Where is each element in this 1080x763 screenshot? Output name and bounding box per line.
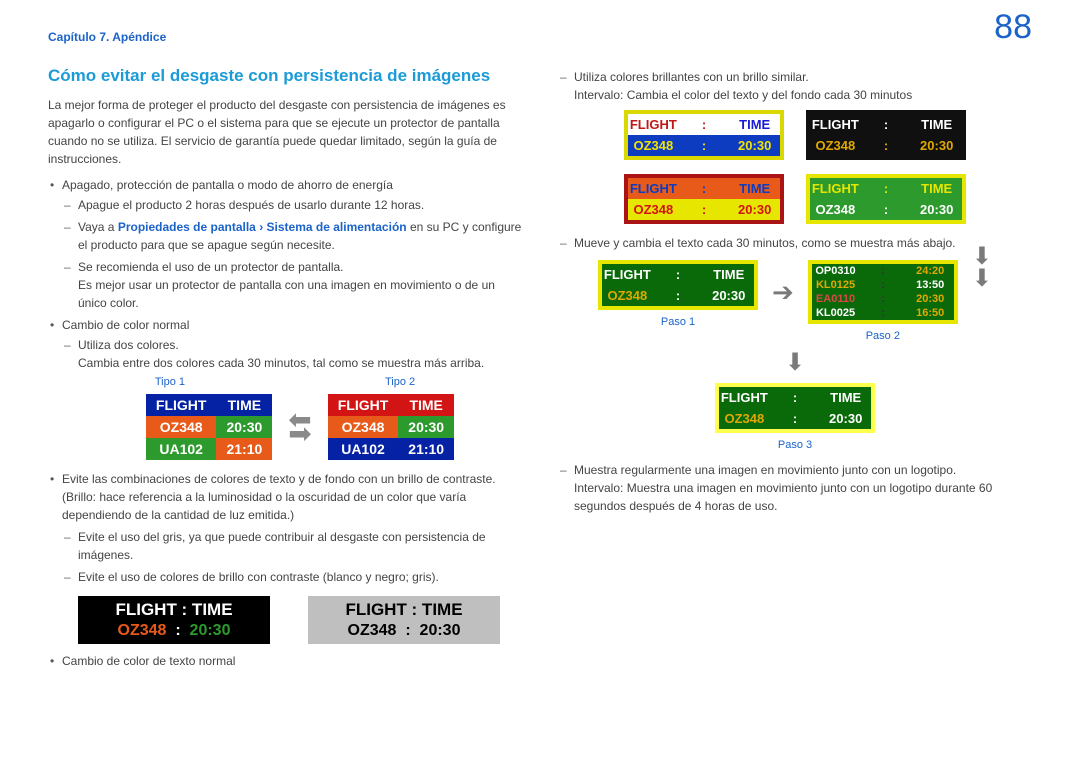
bullet-power: Apagado, protección de pantalla o modo d…: [48, 176, 522, 312]
tipo1-label: Tipo 1: [155, 376, 185, 388]
arrows-down-stack-icon: ⬇⬇: [972, 246, 992, 289]
step1-label: Paso 1: [661, 316, 695, 328]
arrow-down-icon: ⬇: [785, 348, 805, 377]
intro-paragraph: La mejor forma de proteger el producto d…: [48, 96, 522, 168]
dash-avoid-gray: Evite el uso del gris, ya que puede cont…: [62, 528, 522, 564]
bullet-color-change: Cambio de color normal Utiliza dos color…: [48, 316, 522, 372]
panel-step3: FLIGHT:TIME OZ348:20:30: [715, 383, 875, 433]
dash-move-text: Mueve y cambia el texto cada 30 minutos,…: [558, 234, 1032, 252]
dash-avoid-bw: Evite el uso de colores de brillo con co…: [62, 568, 522, 586]
breadcrumb-caret-icon: ›: [259, 220, 263, 234]
link-power-system[interactable]: Sistema de alimentación: [267, 220, 407, 234]
dash-turnoff: Apague el producto 2 horas después de us…: [62, 196, 522, 214]
panel-orange-yellow: FLIGHT:TIME OZ348:20:30: [624, 174, 784, 224]
bullet-text-color-change: Cambio de color de texto normal: [48, 652, 522, 670]
panel-black: FLIGHT:TIME OZ348:20:30: [806, 110, 966, 160]
dash-bright-colors: Utiliza colores brillantes con un brillo…: [558, 68, 1032, 104]
step2-label: Paso 2: [866, 330, 900, 342]
dash-two-colors: Utiliza dos colores. Cambia entre dos co…: [62, 336, 522, 372]
chapter-label: Capítulo 7. Apéndice: [48, 30, 166, 44]
right-column: Utiliza colores brillantes con un brillo…: [558, 66, 1032, 674]
arrow-right-icon: ➔: [772, 277, 794, 308]
dash-logo-movie: Muestra regularmente una imagen en movim…: [558, 461, 1032, 515]
example-black-box: FLIGHT : TIME OZ348 : 20:30: [78, 596, 270, 644]
link-display-properties[interactable]: Propiedades de pantalla: [118, 220, 256, 234]
tipo2-label: Tipo 2: [385, 376, 415, 388]
swap-arrow-icon: ⬅➡: [288, 413, 311, 441]
panel-step2: OP0310:24:20 KL0125:13:50 EA0110:20:30 K…: [808, 260, 958, 324]
example-gray-box: FLIGHT : TIME OZ348 : 20:30: [308, 596, 500, 644]
section-heading: Cómo evitar el desgaste con persistencia…: [48, 66, 522, 86]
page-number: 88: [994, 8, 1032, 47]
left-column: Cómo evitar el desgaste con persistencia…: [48, 66, 522, 674]
panel-step1: FLIGHT:TIME OZ348:20:30: [598, 260, 758, 310]
panel-green: FLIGHT:TIME OZ348:20:30: [806, 174, 966, 224]
dash-screensaver: Se recomienda el uso de un protector de …: [62, 258, 522, 312]
dash-display-props: Vaya a Propiedades de pantalla › Sistema…: [62, 218, 522, 254]
step3-label: Paso 3: [778, 439, 812, 451]
panel-white-blue: FLIGHT:TIME OZ348:20:30: [624, 110, 784, 160]
bullet-avoid-contrast: Evite las combinaciones de colores de te…: [48, 470, 522, 524]
tipo1-table: FLIGHTTIME OZ34820:30 UA10221:10: [146, 394, 272, 460]
tipo2-table: FLIGHTTIME OZ34820:30 UA10221:10: [328, 394, 454, 460]
